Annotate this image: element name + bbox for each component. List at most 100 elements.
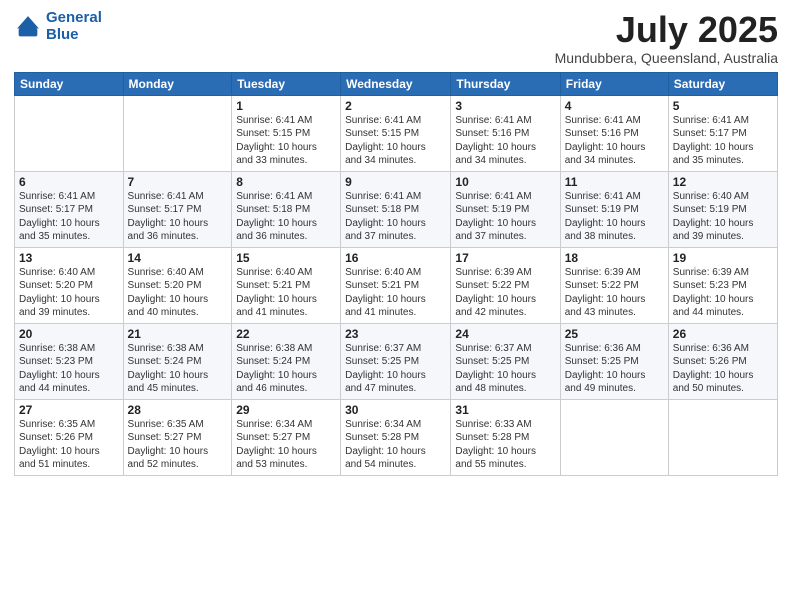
cell-content: Sunrise: 6:34 AMSunset: 5:27 PMDaylight:… [236, 418, 336, 472]
cell-content: Sunrise: 6:41 AMSunset: 5:15 PMDaylight:… [345, 114, 446, 168]
calendar-cell: 29Sunrise: 6:34 AMSunset: 5:27 PMDayligh… [232, 399, 341, 475]
calendar-cell: 12Sunrise: 6:40 AMSunset: 5:19 PMDayligh… [668, 171, 777, 247]
title-block: July 2025 Mundubbera, Queensland, Austra… [555, 10, 778, 66]
day-number: 23 [345, 327, 446, 341]
calendar-cell: 4Sunrise: 6:41 AMSunset: 5:16 PMDaylight… [560, 95, 668, 171]
calendar-cell: 27Sunrise: 6:35 AMSunset: 5:26 PMDayligh… [15, 399, 124, 475]
day-number: 10 [455, 175, 555, 189]
day-header-thursday: Thursday [451, 72, 560, 95]
calendar-cell: 10Sunrise: 6:41 AMSunset: 5:19 PMDayligh… [451, 171, 560, 247]
logo-line1: General [46, 10, 102, 27]
cell-content: Sunrise: 6:36 AMSunset: 5:25 PMDaylight:… [565, 342, 664, 396]
day-number: 18 [565, 251, 664, 265]
calendar-cell: 19Sunrise: 6:39 AMSunset: 5:23 PMDayligh… [668, 247, 777, 323]
calendar-cell: 1Sunrise: 6:41 AMSunset: 5:15 PMDaylight… [232, 95, 341, 171]
calendar-cell [15, 95, 124, 171]
day-number: 1 [236, 99, 336, 113]
calendar-cell: 11Sunrise: 6:41 AMSunset: 5:19 PMDayligh… [560, 171, 668, 247]
day-number: 30 [345, 403, 446, 417]
day-number: 26 [673, 327, 773, 341]
day-number: 25 [565, 327, 664, 341]
cell-content: Sunrise: 6:39 AMSunset: 5:22 PMDaylight:… [565, 266, 664, 320]
cell-content: Sunrise: 6:40 AMSunset: 5:21 PMDaylight:… [345, 266, 446, 320]
calendar-cell: 22Sunrise: 6:38 AMSunset: 5:24 PMDayligh… [232, 323, 341, 399]
cell-content: Sunrise: 6:39 AMSunset: 5:22 PMDaylight:… [455, 266, 555, 320]
cell-content: Sunrise: 6:37 AMSunset: 5:25 PMDaylight:… [455, 342, 555, 396]
header: General Blue July 2025 Mundubbera, Queen… [14, 10, 778, 66]
cell-content: Sunrise: 6:41 AMSunset: 5:17 PMDaylight:… [19, 190, 119, 244]
week-row-2: 6Sunrise: 6:41 AMSunset: 5:17 PMDaylight… [15, 171, 778, 247]
day-number: 15 [236, 251, 336, 265]
day-header-friday: Friday [560, 72, 668, 95]
cell-content: Sunrise: 6:41 AMSunset: 5:19 PMDaylight:… [455, 190, 555, 244]
calendar-cell: 14Sunrise: 6:40 AMSunset: 5:20 PMDayligh… [123, 247, 232, 323]
day-number: 17 [455, 251, 555, 265]
cell-content: Sunrise: 6:41 AMSunset: 5:18 PMDaylight:… [236, 190, 336, 244]
day-number: 16 [345, 251, 446, 265]
calendar-cell: 7Sunrise: 6:41 AMSunset: 5:17 PMDaylight… [123, 171, 232, 247]
header-row: SundayMondayTuesdayWednesdayThursdayFrid… [15, 72, 778, 95]
day-header-saturday: Saturday [668, 72, 777, 95]
calendar-cell: 18Sunrise: 6:39 AMSunset: 5:22 PMDayligh… [560, 247, 668, 323]
cell-content: Sunrise: 6:36 AMSunset: 5:26 PMDaylight:… [673, 342, 773, 396]
calendar-cell [668, 399, 777, 475]
calendar-cell [123, 95, 232, 171]
logo-line2: Blue [46, 27, 102, 44]
day-number: 22 [236, 327, 336, 341]
cell-content: Sunrise: 6:40 AMSunset: 5:20 PMDaylight:… [19, 266, 119, 320]
calendar-cell: 31Sunrise: 6:33 AMSunset: 5:28 PMDayligh… [451, 399, 560, 475]
calendar-cell: 30Sunrise: 6:34 AMSunset: 5:28 PMDayligh… [341, 399, 451, 475]
day-header-tuesday: Tuesday [232, 72, 341, 95]
day-number: 11 [565, 175, 664, 189]
day-number: 29 [236, 403, 336, 417]
day-number: 9 [345, 175, 446, 189]
cell-content: Sunrise: 6:33 AMSunset: 5:28 PMDaylight:… [455, 418, 555, 472]
cell-content: Sunrise: 6:41 AMSunset: 5:17 PMDaylight:… [128, 190, 228, 244]
cell-content: Sunrise: 6:41 AMSunset: 5:18 PMDaylight:… [345, 190, 446, 244]
day-number: 2 [345, 99, 446, 113]
calendar-cell: 13Sunrise: 6:40 AMSunset: 5:20 PMDayligh… [15, 247, 124, 323]
day-number: 13 [19, 251, 119, 265]
day-number: 24 [455, 327, 555, 341]
day-number: 5 [673, 99, 773, 113]
day-number: 28 [128, 403, 228, 417]
calendar-cell: 2Sunrise: 6:41 AMSunset: 5:15 PMDaylight… [341, 95, 451, 171]
cell-content: Sunrise: 6:41 AMSunset: 5:16 PMDaylight:… [455, 114, 555, 168]
day-number: 7 [128, 175, 228, 189]
calendar-cell: 26Sunrise: 6:36 AMSunset: 5:26 PMDayligh… [668, 323, 777, 399]
week-row-4: 20Sunrise: 6:38 AMSunset: 5:23 PMDayligh… [15, 323, 778, 399]
calendar-cell: 15Sunrise: 6:40 AMSunset: 5:21 PMDayligh… [232, 247, 341, 323]
cell-content: Sunrise: 6:38 AMSunset: 5:23 PMDaylight:… [19, 342, 119, 396]
cell-content: Sunrise: 6:38 AMSunset: 5:24 PMDaylight:… [236, 342, 336, 396]
calendar-cell: 25Sunrise: 6:36 AMSunset: 5:25 PMDayligh… [560, 323, 668, 399]
calendar-cell: 17Sunrise: 6:39 AMSunset: 5:22 PMDayligh… [451, 247, 560, 323]
logo: General Blue [14, 10, 102, 43]
day-number: 20 [19, 327, 119, 341]
cell-content: Sunrise: 6:40 AMSunset: 5:19 PMDaylight:… [673, 190, 773, 244]
day-number: 3 [455, 99, 555, 113]
cell-content: Sunrise: 6:39 AMSunset: 5:23 PMDaylight:… [673, 266, 773, 320]
subtitle: Mundubbera, Queensland, Australia [555, 50, 778, 66]
calendar-cell: 3Sunrise: 6:41 AMSunset: 5:16 PMDaylight… [451, 95, 560, 171]
calendar-cell: 6Sunrise: 6:41 AMSunset: 5:17 PMDaylight… [15, 171, 124, 247]
day-header-monday: Monday [123, 72, 232, 95]
calendar-table: SundayMondayTuesdayWednesdayThursdayFrid… [14, 72, 778, 476]
cell-content: Sunrise: 6:35 AMSunset: 5:27 PMDaylight:… [128, 418, 228, 472]
cell-content: Sunrise: 6:37 AMSunset: 5:25 PMDaylight:… [345, 342, 446, 396]
calendar-cell: 23Sunrise: 6:37 AMSunset: 5:25 PMDayligh… [341, 323, 451, 399]
cell-content: Sunrise: 6:41 AMSunset: 5:15 PMDaylight:… [236, 114, 336, 168]
week-row-3: 13Sunrise: 6:40 AMSunset: 5:20 PMDayligh… [15, 247, 778, 323]
day-number: 14 [128, 251, 228, 265]
calendar-cell: 5Sunrise: 6:41 AMSunset: 5:17 PMDaylight… [668, 95, 777, 171]
week-row-5: 27Sunrise: 6:35 AMSunset: 5:26 PMDayligh… [15, 399, 778, 475]
cell-content: Sunrise: 6:41 AMSunset: 5:16 PMDaylight:… [565, 114, 664, 168]
week-row-1: 1Sunrise: 6:41 AMSunset: 5:15 PMDaylight… [15, 95, 778, 171]
cell-content: Sunrise: 6:35 AMSunset: 5:26 PMDaylight:… [19, 418, 119, 472]
day-header-wednesday: Wednesday [341, 72, 451, 95]
calendar-cell: 9Sunrise: 6:41 AMSunset: 5:18 PMDaylight… [341, 171, 451, 247]
calendar-cell [560, 399, 668, 475]
cell-content: Sunrise: 6:40 AMSunset: 5:21 PMDaylight:… [236, 266, 336, 320]
day-header-sunday: Sunday [15, 72, 124, 95]
cell-content: Sunrise: 6:38 AMSunset: 5:24 PMDaylight:… [128, 342, 228, 396]
page: General Blue July 2025 Mundubbera, Queen… [0, 0, 792, 612]
